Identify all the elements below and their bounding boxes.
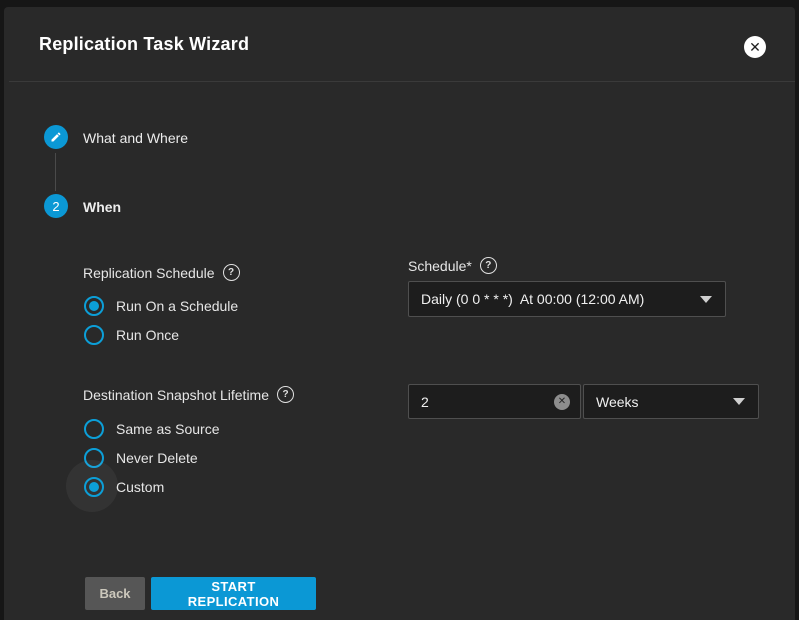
chevron-down-icon xyxy=(700,296,712,303)
close-icon: ✕ xyxy=(749,40,761,54)
radio-custom[interactable]: Custom xyxy=(84,477,164,497)
help-icon[interactable]: ? xyxy=(277,386,294,403)
replication-schedule-label: Replication Schedule ? xyxy=(83,264,240,281)
help-icon[interactable]: ? xyxy=(480,257,497,274)
schedule-label: Schedule* ? xyxy=(408,257,497,274)
radio-label: Custom xyxy=(116,479,164,495)
lifetime-unit-select[interactable]: Weeks xyxy=(583,384,759,419)
help-icon[interactable]: ? xyxy=(223,264,240,281)
lifetime-unit-value: Weeks xyxy=(584,394,733,410)
destination-snapshot-lifetime-label-text: Destination Snapshot Lifetime xyxy=(83,387,269,403)
destination-snapshot-lifetime-label: Destination Snapshot Lifetime ? xyxy=(83,386,294,403)
radio-label: Same as Source xyxy=(116,421,220,437)
radio-button-icon xyxy=(84,419,104,439)
radio-run-on-a-schedule[interactable]: Run On a Schedule xyxy=(84,296,238,316)
replication-task-wizard-dialog: Replication Task Wizard ✕ What and Where… xyxy=(4,7,795,620)
required-asterisk: * xyxy=(466,258,471,274)
title-divider xyxy=(9,81,795,82)
step-2-indicator[interactable]: 2 xyxy=(44,194,68,218)
close-button[interactable]: ✕ xyxy=(744,36,766,58)
step-1-indicator[interactable] xyxy=(44,125,68,149)
radio-button-icon xyxy=(84,477,104,497)
step-2-label[interactable]: When xyxy=(83,199,121,215)
step-connector-line xyxy=(55,153,56,191)
start-replication-button[interactable]: START REPLICATION xyxy=(151,577,316,610)
radio-button-icon xyxy=(84,296,104,316)
schedule-select[interactable]: Daily (0 0 * * *) At 00:00 (12:00 AM) xyxy=(408,281,726,317)
clear-icon: ✕ xyxy=(558,397,566,407)
back-button[interactable]: Back xyxy=(85,577,145,610)
radio-same-as-source[interactable]: Same as Source xyxy=(84,419,220,439)
pencil-icon xyxy=(50,131,62,143)
step-1-label[interactable]: What and Where xyxy=(83,130,188,146)
page-background: Replication Task Wizard ✕ What and Where… xyxy=(0,0,799,620)
radio-label: Run On a Schedule xyxy=(116,298,238,314)
schedule-label-text: Schedule* xyxy=(408,258,472,274)
schedule-selected-value: Daily (0 0 * * *) At 00:00 (12:00 AM) xyxy=(409,291,700,307)
radio-label: Never Delete xyxy=(116,450,198,466)
radio-label: Run Once xyxy=(116,327,179,343)
dialog-title: Replication Task Wizard xyxy=(39,34,249,55)
radio-button-icon xyxy=(84,325,104,345)
lifetime-value-text: 2 xyxy=(409,394,554,410)
step-2-number: 2 xyxy=(52,199,59,214)
replication-schedule-label-text: Replication Schedule xyxy=(83,265,215,281)
clear-input-button[interactable]: ✕ xyxy=(554,394,570,410)
lifetime-value-input[interactable]: 2 ✕ xyxy=(408,384,581,419)
chevron-down-icon xyxy=(733,398,745,405)
radio-run-once[interactable]: Run Once xyxy=(84,325,179,345)
